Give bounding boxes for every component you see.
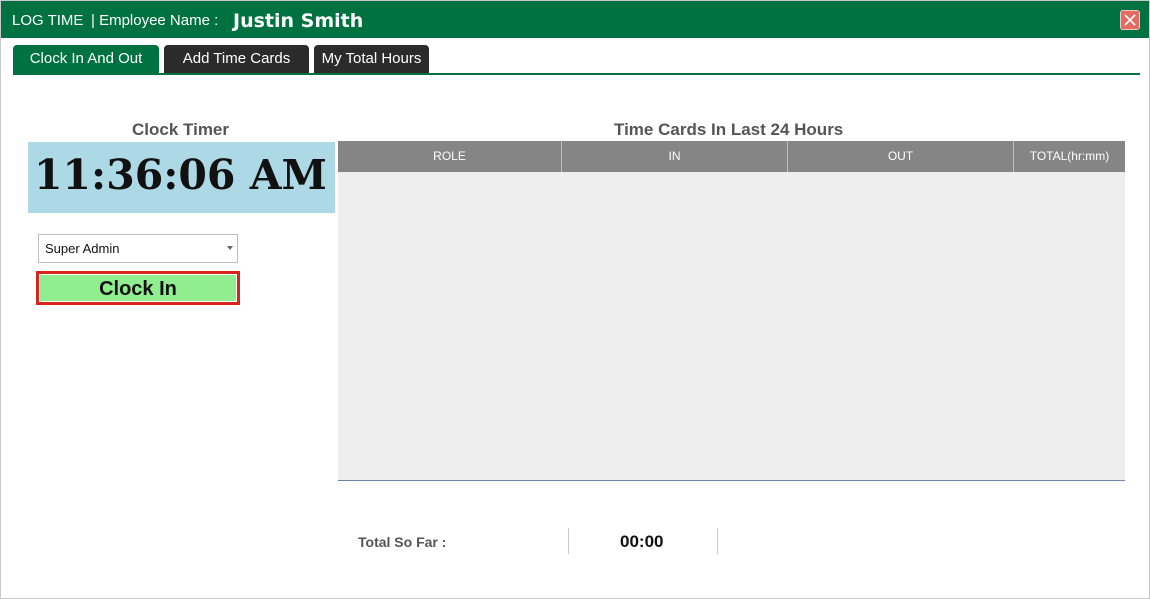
role-select[interactable]: Super Admin	[38, 234, 238, 263]
log-time-window: LOG TIME | Employee Name : Justin Smith …	[0, 0, 1150, 599]
divider	[568, 528, 569, 554]
column-header-total[interactable]: TOTAL(hr:mm)	[1014, 141, 1125, 172]
grid-header: ROLE IN OUT TOTAL(hr:mm)	[338, 141, 1125, 172]
tab-add-time-cards[interactable]: Add Time Cards	[164, 45, 309, 73]
employee-name-label: | Employee Name :	[91, 12, 219, 29]
title-bar: LOG TIME | Employee Name : Justin Smith	[1, 1, 1149, 38]
time-cards-title: Time Cards In Last 24 Hours	[614, 120, 844, 139]
close-button[interactable]	[1120, 10, 1140, 30]
column-header-role[interactable]: ROLE	[338, 141, 562, 172]
clock-display: 11:36:06 AM	[28, 142, 335, 213]
employee-name: Justin Smith	[233, 10, 364, 32]
clock-in-button[interactable]: Clock In	[36, 271, 240, 305]
window-title: LOG TIME	[12, 12, 84, 29]
tab-my-total-hours[interactable]: My Total Hours	[314, 45, 429, 73]
divider	[717, 528, 718, 554]
clock-timer-title: Clock Timer	[132, 120, 230, 139]
total-so-far-value: 00:00	[620, 532, 664, 551]
time-cards-grid: ROLE IN OUT TOTAL(hr:mm)	[338, 141, 1125, 481]
chevron-down-icon	[227, 246, 233, 250]
clock-in-label: Clock In	[39, 274, 237, 302]
tab-underline	[13, 73, 1140, 75]
tab-clock-in-and-out[interactable]: Clock In And Out	[13, 45, 159, 73]
total-so-far-label: Total So Far :	[358, 534, 447, 550]
role-select-value: Super Admin	[45, 241, 120, 256]
close-icon	[1124, 14, 1136, 26]
clock-time: 11:36:06 AM	[34, 151, 327, 199]
column-header-out[interactable]: OUT	[788, 141, 1014, 172]
column-header-in[interactable]: IN	[562, 141, 788, 172]
